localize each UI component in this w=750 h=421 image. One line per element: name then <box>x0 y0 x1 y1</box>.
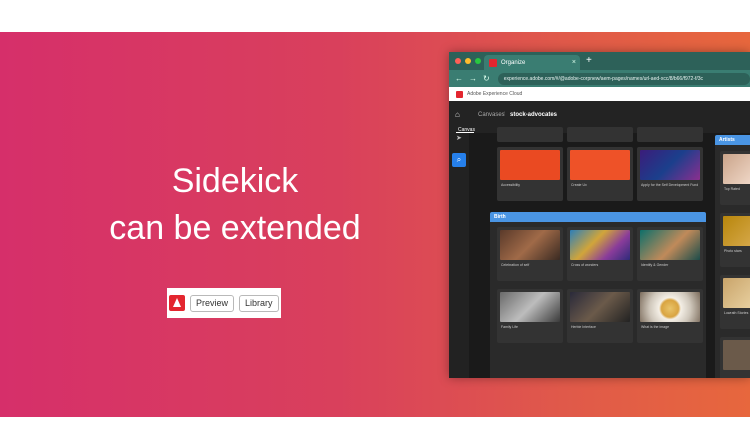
card-label: Top Rated <box>724 187 740 191</box>
app-header: Adobe Experience Cloud <box>449 87 750 101</box>
pointer-tool-icon[interactable]: ➤ <box>456 134 462 142</box>
adobe-logo-icon <box>456 90 463 98</box>
address-bar-row: ← → ↻ experience.adobe.com/#/@adobe-corp… <box>449 70 750 87</box>
card-thumbnail <box>570 230 630 260</box>
list-item[interactable]: Top Rated <box>720 151 750 205</box>
sidekick-toolbar: Preview Library <box>167 288 281 318</box>
headline-line-2: can be extended <box>109 209 361 247</box>
breadcrumb-current: stock-advocates <box>510 112 558 118</box>
presentation-slide: Sidekick can be extended Preview Library… <box>0 32 750 417</box>
card-thumbnail <box>570 292 630 322</box>
card-thumbnail <box>500 150 560 180</box>
card-thumbnail <box>640 230 700 260</box>
tab-close-icon[interactable]: × <box>572 59 576 66</box>
window-controls <box>455 58 481 64</box>
card-label: Photo stars <box>724 249 742 253</box>
card-label: Accessibility <box>501 183 521 187</box>
bottom-white-band <box>0 417 750 421</box>
card-label: Celebration of self <box>501 263 530 267</box>
preview-button[interactable]: Preview <box>190 294 235 312</box>
maximize-window-icon[interactable] <box>475 58 481 64</box>
breadcrumb-separator: / <box>503 112 505 118</box>
card-label: Lowrath Stories <box>724 311 749 315</box>
card-thumbnail <box>640 150 700 180</box>
close-window-icon[interactable] <box>455 58 461 64</box>
card-label: Create Ux <box>571 183 587 187</box>
card-thumbnail <box>723 216 750 246</box>
breadcrumb-canvases[interactable]: Canvases <box>478 112 505 118</box>
card-label: Herbie Interface <box>571 325 596 329</box>
list-item[interactable] <box>497 127 563 142</box>
section-header-birth: Birth <box>490 212 706 222</box>
list-item[interactable]: Herbie Interface <box>567 289 633 343</box>
card-label: What is the image <box>641 325 670 329</box>
list-item[interactable]: Identify & Gender <box>637 227 703 281</box>
card-thumbnail <box>500 292 560 322</box>
adobe-icon <box>169 295 185 311</box>
card-thumbnail <box>500 230 560 260</box>
tab-title: Organize <box>501 59 526 66</box>
forward-icon[interactable]: → <box>469 74 477 83</box>
tool-rail <box>449 133 469 378</box>
canvas-area: Accessibility Create Ux Apply for the Se… <box>469 127 750 378</box>
search-tool-icon[interactable]: ⌕ <box>452 153 466 167</box>
list-item[interactable]: Cross of wonders <box>567 227 633 281</box>
list-item[interactable] <box>720 337 750 378</box>
list-item[interactable]: Create Ux <box>567 147 633 201</box>
list-item[interactable]: Apply for the Self Development Fund <box>637 147 703 201</box>
library-button[interactable]: Library <box>239 294 279 312</box>
home-icon[interactable]: ⌂ <box>455 110 460 119</box>
list-item[interactable] <box>567 127 633 142</box>
tab-strip: Organize × + <box>449 52 750 70</box>
browser-window: Organize × + ← → ↻ experience.adobe.com/… <box>449 52 750 378</box>
back-icon[interactable]: ← <box>455 74 463 83</box>
card-label: Identify & Gender <box>641 263 669 267</box>
list-item[interactable]: Family Life <box>497 289 563 343</box>
new-tab-icon[interactable]: + <box>586 55 592 66</box>
list-item[interactable]: Photo stars <box>720 213 750 267</box>
card-thumbnail <box>723 154 750 184</box>
url-input[interactable]: experience.adobe.com/#/@adobe-corpnew/ae… <box>497 72 750 85</box>
card-thumbnail <box>723 278 750 308</box>
adobe-favicon-icon <box>489 58 497 67</box>
list-item[interactable]: Accessibility <box>497 147 563 201</box>
section-header-artists: Artists <box>715 135 750 145</box>
minimize-window-icon[interactable] <box>465 58 471 64</box>
list-item[interactable]: Celebration of self <box>497 227 563 281</box>
card-label: Apply for the Self Development Fund <box>641 183 699 187</box>
card-thumbnail <box>640 292 700 322</box>
list-item[interactable] <box>637 127 703 142</box>
list-item[interactable]: Lowrath Stories <box>720 275 750 329</box>
card-thumbnail <box>723 340 750 370</box>
card-thumbnail <box>570 150 630 180</box>
app-title: Adobe Experience Cloud <box>467 91 523 97</box>
card-label: Cross of wonders <box>571 263 599 267</box>
card-label: Family Life <box>501 325 518 329</box>
list-item[interactable]: What is the image <box>637 289 703 343</box>
top-white-band <box>0 0 750 32</box>
reload-icon[interactable]: ↻ <box>483 74 490 83</box>
headline-line-1: Sidekick <box>171 162 299 200</box>
browser-tab[interactable]: Organize × <box>484 55 580 70</box>
